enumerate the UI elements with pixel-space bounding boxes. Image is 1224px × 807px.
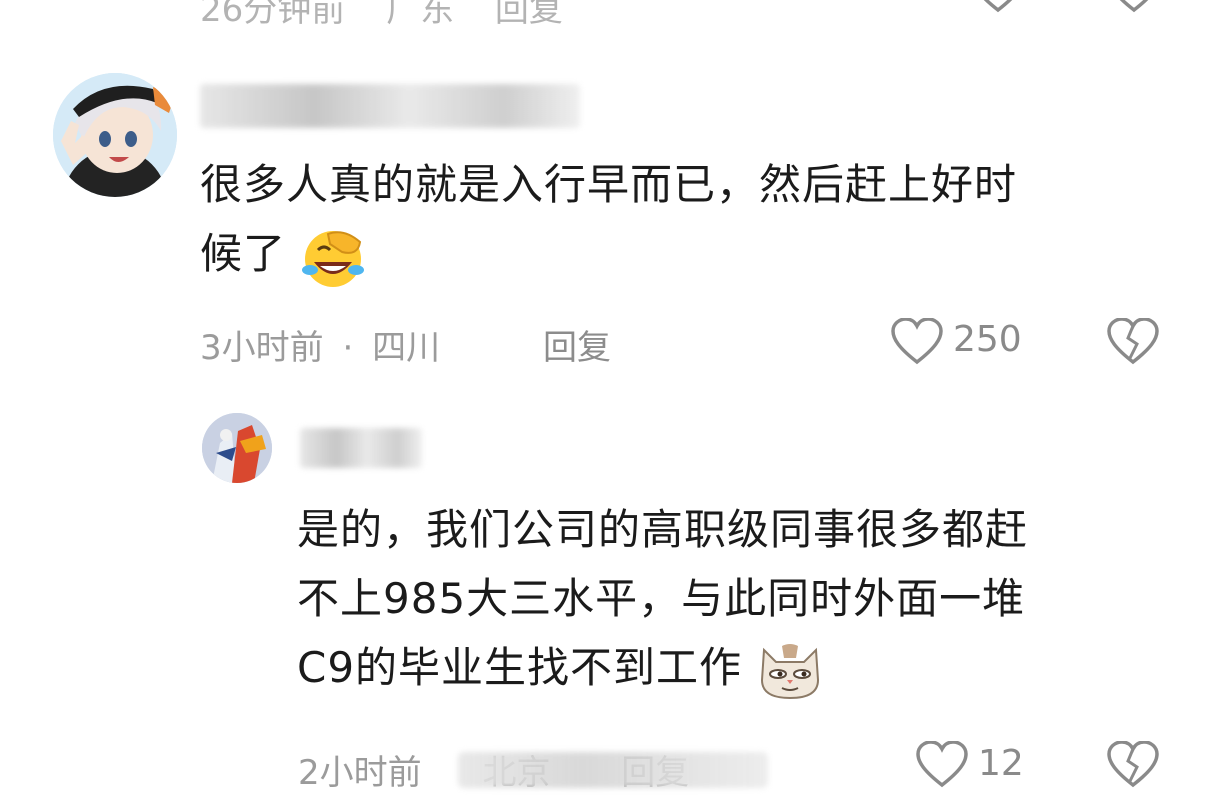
comment1-like-count: 250 bbox=[953, 319, 1022, 360]
comment2-like-count: 12 bbox=[978, 743, 1024, 784]
comment1-like-heart-icon[interactable] bbox=[890, 318, 944, 366]
previous-dislike-broken-heart-icon[interactable] bbox=[1108, 0, 1160, 14]
commenter2-avatar[interactable] bbox=[202, 413, 272, 483]
previous-like-heart-icon[interactable] bbox=[972, 0, 1024, 14]
comment1-meta: 3小时前 · 四川 bbox=[200, 320, 440, 369]
commenter1-avatar-image bbox=[53, 73, 177, 197]
comment2-dislike-broken-heart-icon[interactable] bbox=[1106, 741, 1160, 789]
cat-face-emoji bbox=[761, 643, 820, 699]
commenter1-username-blurred[interactable] bbox=[200, 84, 580, 128]
comment1-meta-separator: · bbox=[342, 328, 354, 368]
previous-comment-location: 广东 bbox=[386, 0, 455, 30]
previous-comment-time: 26分钟前 bbox=[200, 0, 346, 30]
comment2-time: 2小时前 bbox=[298, 753, 422, 793]
comment2-text-line2: 不上985大三水平，与此同时外面一堆 bbox=[297, 574, 1026, 623]
comment2-text-line1: 是的，我们公司的高职级同事很多都赶 bbox=[297, 505, 1029, 554]
commenter2-username-blurred[interactable] bbox=[300, 428, 422, 468]
commenter1-avatar[interactable] bbox=[53, 73, 177, 197]
comment1-location: 四川 bbox=[372, 328, 441, 368]
comment1-dislike-broken-heart-icon[interactable] bbox=[1106, 318, 1160, 366]
comment1-text: 很多人真的就是入行早而已，然后赶上好时 候了 bbox=[200, 150, 1180, 288]
watermark-blur bbox=[458, 752, 768, 788]
commenter2-avatar-image bbox=[202, 413, 272, 483]
previous-comment-reply-button[interactable]: 回复 bbox=[495, 0, 563, 30]
previous-comment-meta: 26分钟前 广东 回复 bbox=[200, 0, 593, 31]
comment1-text-line1: 很多人真的就是入行早而已，然后赶上好时 bbox=[200, 160, 1018, 209]
laughing-face-emoji bbox=[302, 230, 365, 287]
comment1-time: 3小时前 bbox=[200, 328, 324, 368]
comment1-reply-button[interactable]: 回复 bbox=[543, 320, 611, 369]
comment2-text-line3: C9的毕业生找不到工作 bbox=[297, 643, 743, 692]
comment2-like-heart-icon[interactable] bbox=[915, 741, 969, 789]
comment2-text: 是的，我们公司的高职级同事很多都赶 不上985大三水平，与此同时外面一堆 C9的… bbox=[297, 495, 1177, 702]
comment1-text-line2: 候了 bbox=[200, 229, 287, 278]
